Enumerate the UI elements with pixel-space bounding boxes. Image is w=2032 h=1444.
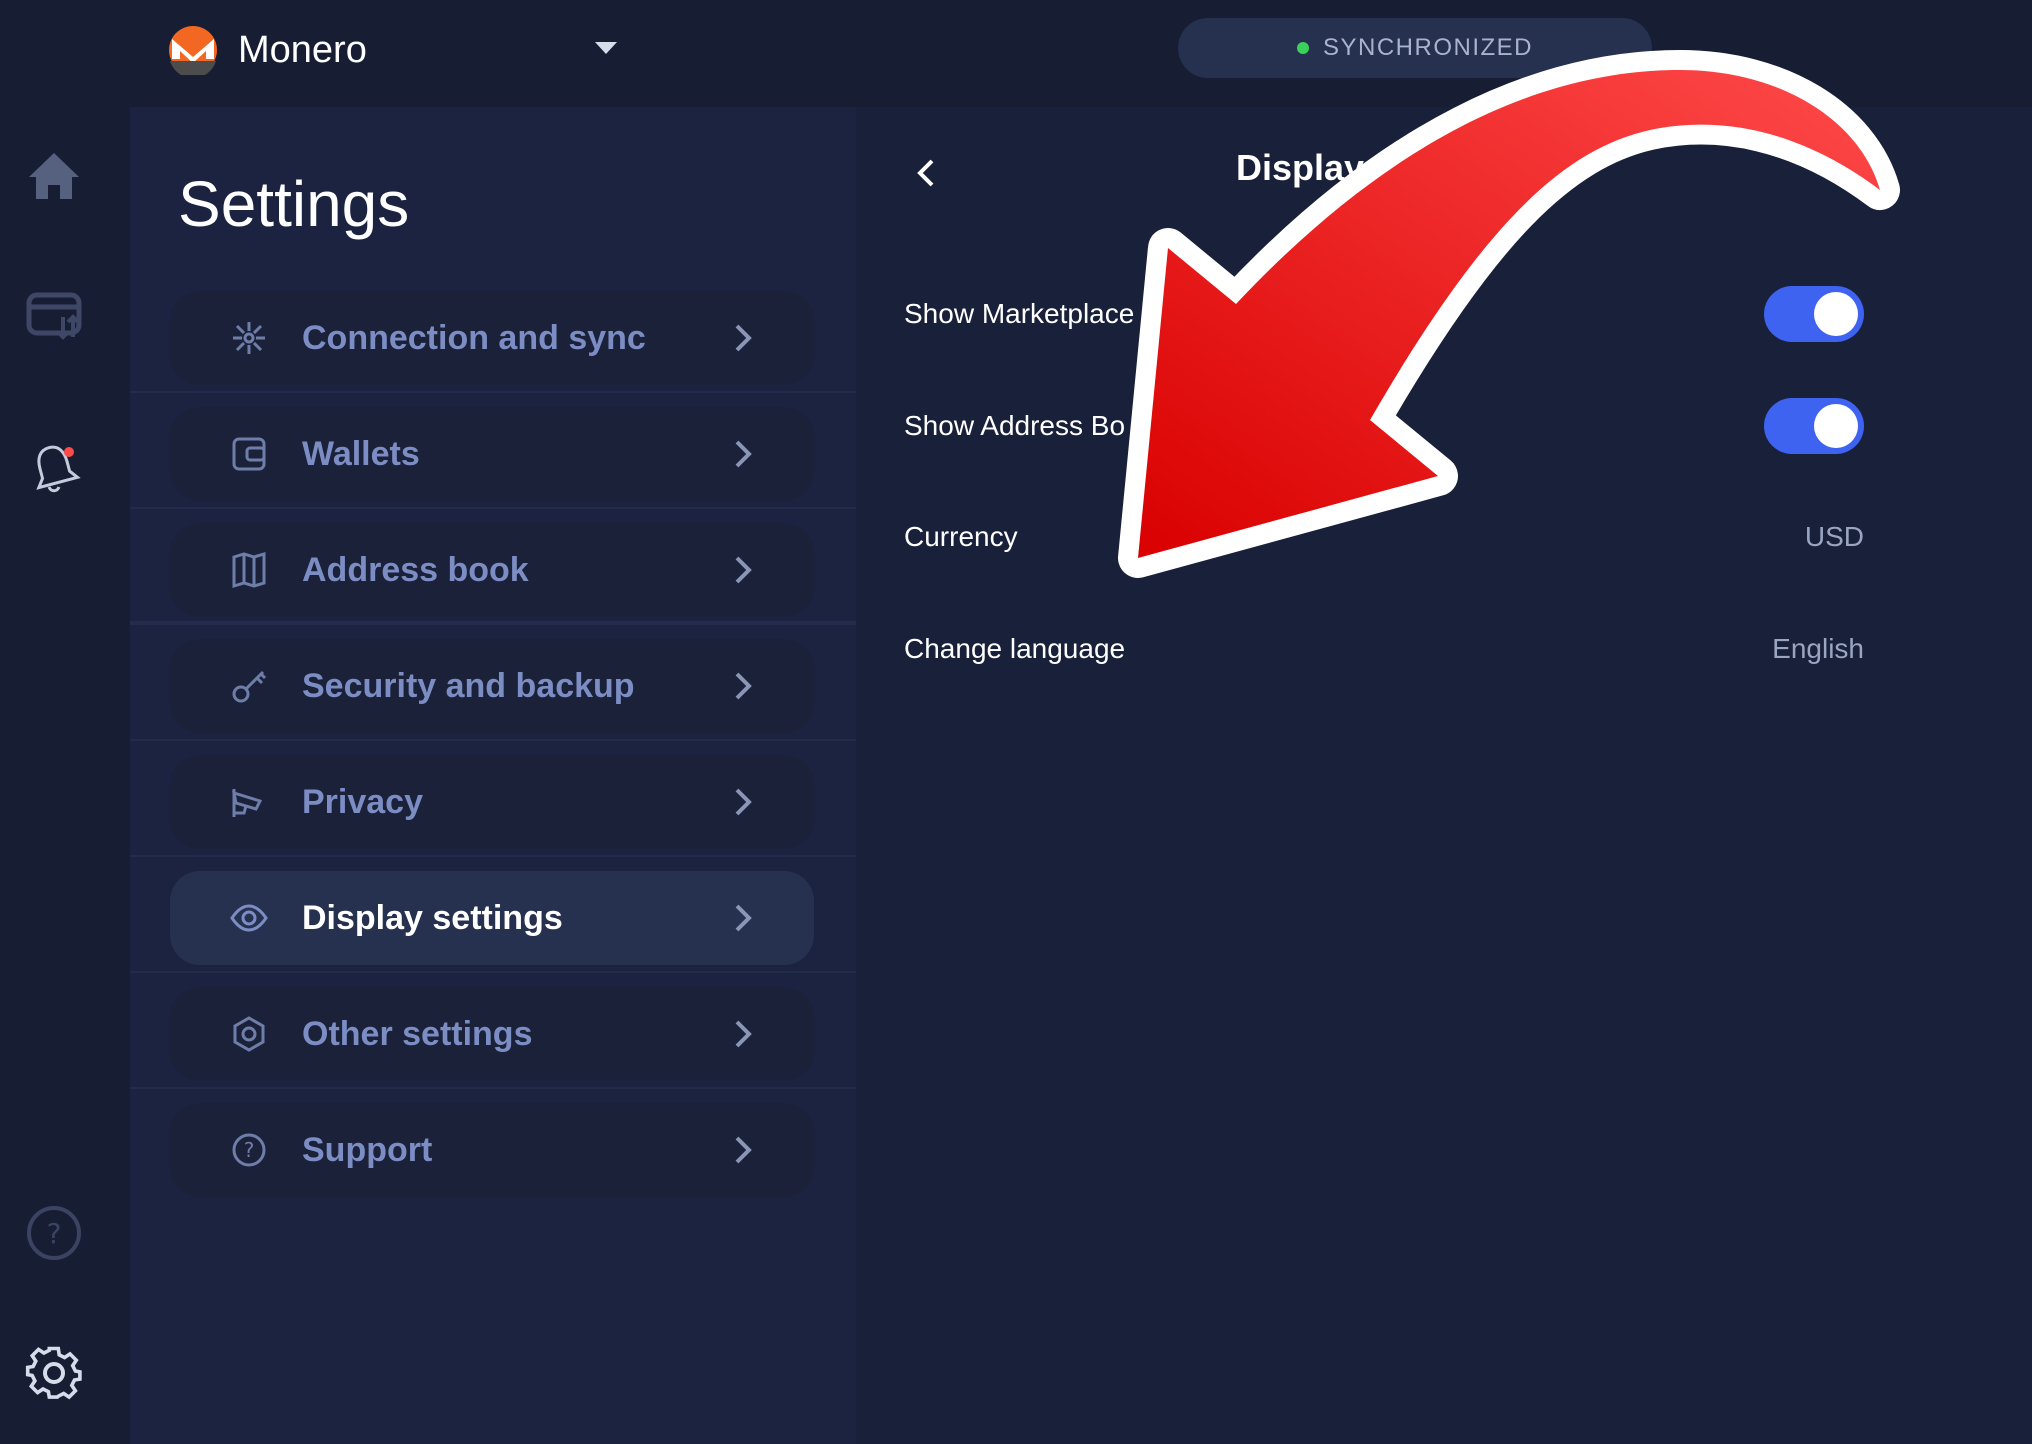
sync-status-badge: SYNCHRONIZED bbox=[1178, 18, 1652, 78]
settings-item-privacy[interactable]: Privacy bbox=[170, 755, 814, 849]
svg-text:?: ? bbox=[244, 1138, 255, 1162]
display-settings-content: Display Show Marketplace Show Address Bo… bbox=[856, 107, 2032, 1444]
settings-item-support[interactable]: ? Support bbox=[170, 1103, 814, 1197]
settings-item-display-settings[interactable]: Display settings bbox=[170, 871, 814, 965]
chevron-right-icon bbox=[735, 1136, 752, 1164]
settings-item-label: Address book bbox=[302, 550, 529, 589]
currency-value[interactable]: USD bbox=[1805, 521, 1864, 553]
settings-item-label: Security and backup bbox=[302, 666, 635, 705]
eye-icon bbox=[230, 904, 268, 932]
language-value[interactable]: English bbox=[1772, 633, 1864, 665]
sync-status-dot bbox=[1296, 42, 1309, 54]
hexagon-icon bbox=[233, 1016, 265, 1052]
option-row-change-language[interactable]: Change language English bbox=[904, 619, 1864, 679]
wallet-icon bbox=[232, 437, 266, 471]
chevron-right-icon bbox=[735, 672, 752, 700]
settings-row: Wallets bbox=[130, 393, 856, 509]
show-address-book-toggle[interactable] bbox=[1764, 398, 1864, 454]
settings-item-connection-and-sync[interactable]: Connection and sync bbox=[170, 291, 814, 385]
settings-row: Privacy bbox=[130, 741, 856, 857]
settings-row: Other settings bbox=[130, 973, 856, 1089]
notifications-icon[interactable] bbox=[25, 437, 83, 495]
page-title: Settings bbox=[178, 168, 410, 240]
monero-logo-icon bbox=[169, 26, 217, 75]
settings-item-label: Display settings bbox=[302, 898, 563, 937]
settings-item-label: Wallets bbox=[302, 434, 420, 473]
help-circle-icon: ? bbox=[232, 1133, 266, 1167]
svg-text:?: ? bbox=[47, 1217, 62, 1250]
option-label: Show Marketplace bbox=[904, 298, 1135, 329]
help-icon[interactable]: ? bbox=[25, 1204, 83, 1262]
settings-row: Display settings bbox=[130, 857, 856, 973]
settings-item-label: Support bbox=[302, 1130, 433, 1169]
chevron-right-icon bbox=[735, 904, 752, 932]
toggle-knob bbox=[1814, 404, 1858, 448]
top-bar: Monero SYNCHRONIZED bbox=[0, 0, 2032, 107]
settings-item-label: Connection and sync bbox=[302, 318, 646, 357]
option-label: Show Address Bo bbox=[904, 410, 1126, 441]
option-row-currency[interactable]: Currency USD bbox=[904, 507, 1864, 567]
settings-item-other-settings[interactable]: Other settings bbox=[170, 987, 814, 1081]
option-label: Currency bbox=[904, 521, 1018, 552]
settings-item-security-and-backup[interactable]: Security and backup bbox=[170, 639, 814, 733]
option-label: Change language bbox=[904, 633, 1126, 664]
option-row-show-address-book: Show Address Bo bbox=[904, 396, 1864, 456]
network-icon bbox=[233, 322, 265, 354]
settings-row: Connection and sync bbox=[130, 277, 856, 393]
book-icon bbox=[232, 551, 266, 589]
key-icon bbox=[232, 670, 267, 703]
settings-row: Address book bbox=[130, 509, 856, 625]
transactions-icon[interactable] bbox=[25, 287, 83, 345]
content-title: Display bbox=[1236, 147, 1365, 188]
settings-item-wallets[interactable]: Wallets bbox=[170, 407, 814, 501]
chevron-right-icon bbox=[735, 324, 752, 352]
chevron-right-icon bbox=[735, 788, 752, 816]
settings-gear-icon[interactable] bbox=[25, 1344, 83, 1402]
settings-panel: Settings Connection and sync Wallets Add… bbox=[130, 107, 856, 1444]
sync-status-text: SYNCHRONIZED bbox=[1322, 34, 1533, 61]
settings-menu: Connection and sync Wallets Address book bbox=[130, 277, 856, 1205]
settings-item-label: Other settings bbox=[302, 1014, 533, 1053]
wallet-switcher[interactable]: Monero bbox=[168, 22, 618, 78]
home-icon[interactable] bbox=[25, 147, 83, 205]
chevron-down-icon[interactable] bbox=[594, 40, 618, 56]
settings-row: Security and backup bbox=[130, 625, 856, 741]
show-marketplace-toggle[interactable] bbox=[1764, 286, 1864, 342]
chevron-right-icon bbox=[735, 1020, 752, 1048]
settings-item-label: Privacy bbox=[302, 782, 423, 821]
camera-icon bbox=[232, 789, 263, 817]
toggle-knob bbox=[1814, 292, 1858, 336]
wallet-name: Monero bbox=[238, 28, 367, 71]
left-nav-rail: ? bbox=[0, 107, 130, 1444]
back-arrow-icon[interactable] bbox=[906, 147, 946, 199]
notification-dot bbox=[64, 447, 74, 457]
chevron-right-icon bbox=[735, 440, 752, 468]
settings-row: ? Support bbox=[130, 1089, 856, 1205]
settings-item-address-book[interactable]: Address book bbox=[170, 523, 814, 617]
chevron-right-icon bbox=[735, 556, 752, 584]
option-row-show-marketplace: Show Marketplace bbox=[904, 284, 1864, 344]
